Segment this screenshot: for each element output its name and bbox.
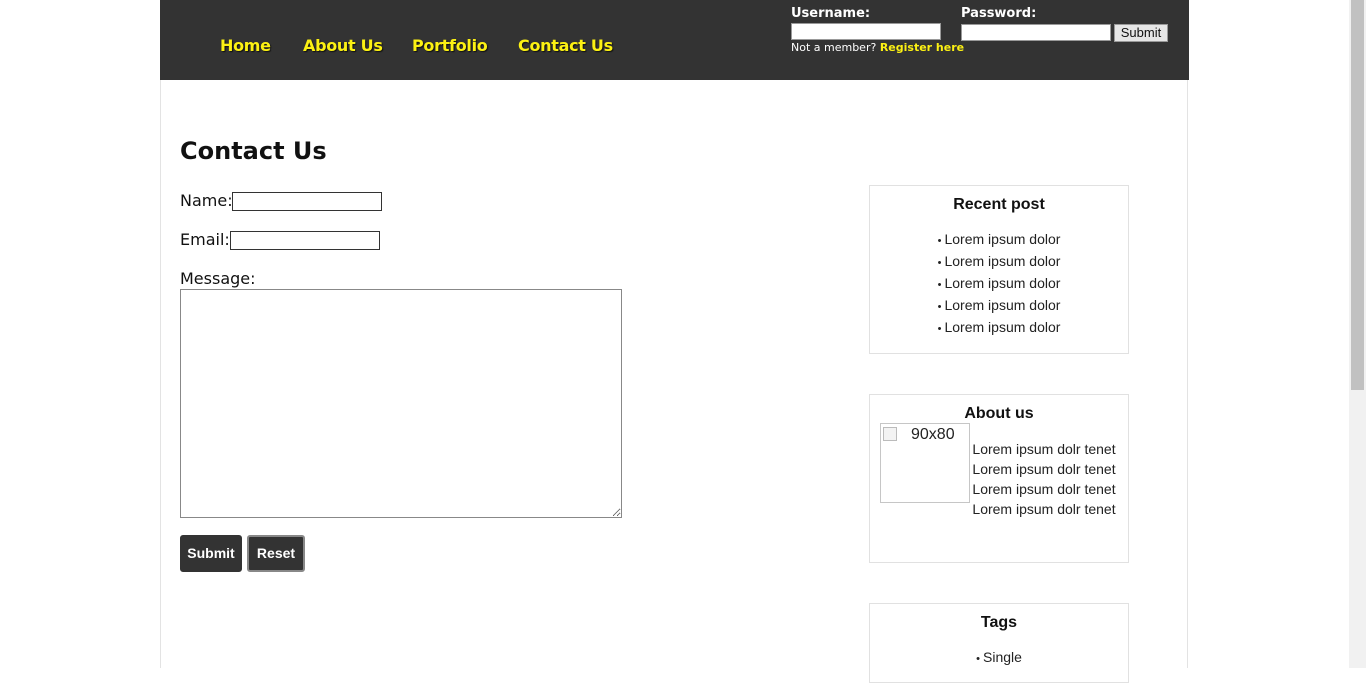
- main-nav: Home About Us Portfolio Contact Us: [220, 36, 613, 55]
- recent-post-item[interactable]: Lorem ipsum dolor: [870, 273, 1128, 295]
- username-input[interactable]: [791, 23, 941, 40]
- about-image-alt: 90x80: [911, 426, 955, 443]
- recent-post-item[interactable]: Lorem ipsum dolor: [870, 251, 1128, 273]
- tags-title: Tags: [980, 614, 1018, 631]
- tags-list: Single: [870, 647, 1128, 669]
- reset-button[interactable]: Reset: [247, 535, 305, 572]
- about-text: Lorem ipsum dolr tenetLorem ipsum dolr t…: [972, 441, 1116, 517]
- about-widget: About us 90x80 Lorem ipsum dolr tenetLor…: [869, 394, 1129, 563]
- password-input[interactable]: [961, 24, 1111, 41]
- submit-button[interactable]: Submit: [180, 535, 242, 572]
- name-input[interactable]: [232, 192, 382, 211]
- nav-about-us[interactable]: About Us: [303, 36, 412, 55]
- nav-home[interactable]: Home: [220, 36, 303, 55]
- recent-post-item[interactable]: Lorem ipsum dolor: [870, 317, 1128, 339]
- vertical-scrollbar[interactable]: [1349, 0, 1366, 668]
- tag-item[interactable]: Single: [870, 647, 1128, 669]
- scrollbar-thumb[interactable]: [1351, 0, 1364, 390]
- email-input[interactable]: [230, 231, 380, 250]
- nav-portfolio[interactable]: Portfolio: [412, 36, 518, 55]
- recent-post-list: Lorem ipsum dolor Lorem ipsum dolor Lore…: [870, 229, 1128, 339]
- recent-post-item[interactable]: Lorem ipsum dolor: [870, 229, 1128, 251]
- header-bar: Home About Us Portfolio Contact Us Usern…: [160, 0, 1189, 80]
- recent-post-title: Recent post: [953, 196, 1045, 213]
- register-link[interactable]: Register here: [880, 41, 964, 54]
- password-label: Password:: [961, 6, 1037, 21]
- recent-post-item[interactable]: Lorem ipsum dolor: [870, 295, 1128, 317]
- nav-contact-us[interactable]: Contact Us: [518, 36, 613, 55]
- message-textarea[interactable]: [180, 289, 622, 518]
- about-image: 90x80: [880, 423, 970, 503]
- tags-widget: Tags Single: [869, 603, 1129, 683]
- page-title: Contact Us: [180, 137, 327, 165]
- message-label: Message:: [180, 269, 256, 288]
- recent-post-widget: Recent post Lorem ipsum dolor Lorem ipsu…: [869, 185, 1129, 354]
- name-label: Name:: [180, 191, 233, 210]
- broken-image-icon: [883, 427, 897, 441]
- not-member-text: Not a member?: [791, 41, 877, 54]
- email-label: Email:: [180, 230, 230, 249]
- username-label: Username:: [791, 6, 871, 21]
- not-member-line: Not a member? Register here: [791, 41, 964, 54]
- about-title: About us: [964, 405, 1034, 422]
- login-submit-button[interactable]: Submit: [1114, 24, 1168, 42]
